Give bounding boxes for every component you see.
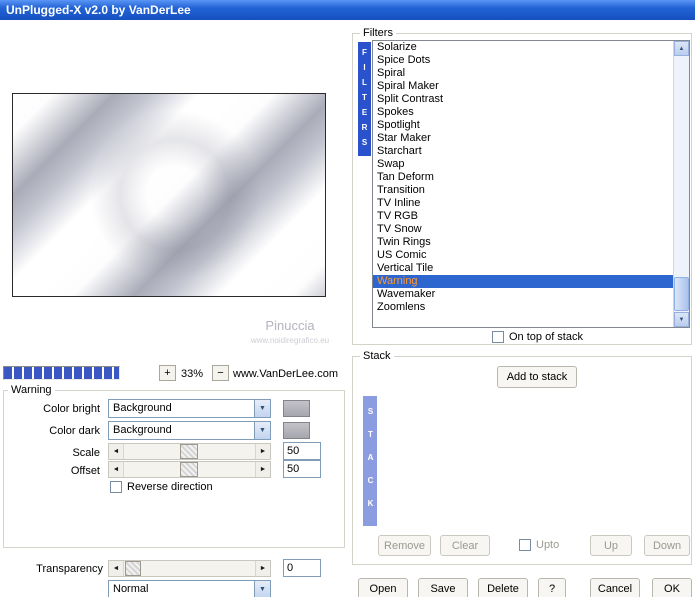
arrow-right-icon[interactable]: ► bbox=[255, 462, 270, 477]
filter-item[interactable]: Star Maker bbox=[373, 132, 673, 145]
scale-label: Scale bbox=[72, 447, 100, 459]
filter-item[interactable]: Starchart bbox=[373, 145, 673, 158]
unplugged-x-dialog: UnPlugged-X v2.0 by VanDerLee Pinuccia w… bbox=[0, 0, 695, 597]
reverse-direction-checkbox[interactable] bbox=[110, 481, 122, 493]
cancel-button[interactable]: Cancel bbox=[590, 578, 640, 597]
filter-item[interactable]: Split Contrast bbox=[373, 93, 673, 106]
offset-slider-thumb[interactable] bbox=[180, 462, 198, 477]
color-bright-value: Background bbox=[113, 402, 172, 414]
chevron-down-icon[interactable]: ▼ bbox=[254, 581, 270, 597]
reverse-direction-label: Reverse direction bbox=[127, 481, 213, 493]
filters-group-label: Filters bbox=[360, 27, 396, 39]
scroll-up-icon[interactable]: ▲ bbox=[674, 41, 689, 56]
transparency-slider-thumb[interactable] bbox=[125, 561, 141, 576]
filter-item[interactable]: Zoomlens bbox=[373, 301, 673, 314]
zoom-in-button[interactable]: + bbox=[159, 365, 176, 381]
scale-value-input[interactable] bbox=[283, 442, 321, 460]
arrow-right-icon[interactable]: ► bbox=[255, 561, 270, 576]
scroll-down-icon[interactable]: ▼ bbox=[674, 312, 689, 327]
settings-group-label: Warning bbox=[8, 384, 55, 396]
arrow-right-icon[interactable]: ► bbox=[255, 444, 270, 459]
filter-item[interactable]: TV RGB bbox=[373, 210, 673, 223]
upto-label: Upto bbox=[536, 539, 560, 551]
scale-slider[interactable]: ◄ ► bbox=[108, 443, 271, 460]
clear-button[interactable]: Clear bbox=[440, 535, 490, 556]
down-button[interactable]: Down bbox=[644, 535, 690, 556]
offset-slider[interactable]: ◄ ► bbox=[108, 461, 271, 478]
filter-item[interactable]: TV Snow bbox=[373, 223, 673, 236]
color-dark-swatch[interactable] bbox=[283, 422, 310, 439]
window-title: UnPlugged-X v2.0 by VanDerLee bbox=[6, 3, 191, 17]
color-bright-swatch[interactable] bbox=[283, 400, 310, 417]
filter-item[interactable]: Solarize bbox=[373, 41, 673, 54]
filter-item[interactable]: Swap bbox=[373, 158, 673, 171]
upto-checkbox[interactable] bbox=[519, 539, 531, 551]
color-dark-value: Background bbox=[113, 424, 172, 436]
offset-value-input[interactable] bbox=[283, 460, 321, 478]
help-button[interactable]: ? bbox=[538, 578, 566, 597]
filters-vertical-banner: FILTERS bbox=[358, 42, 371, 156]
filters-list-box: Solarize Spice Dots Spiral Spiral Maker Spli… bbox=[372, 40, 690, 328]
remove-button[interactable]: Remove bbox=[378, 535, 431, 556]
transparency-slider[interactable]: ◄ ► bbox=[108, 560, 271, 577]
arrow-left-icon[interactable]: ◄ bbox=[109, 462, 124, 477]
save-button[interactable]: Save bbox=[418, 578, 468, 597]
filter-item[interactable]: Wavemaker bbox=[373, 288, 673, 301]
filters-list[interactable]: Solarize Spice Dots Spiral Spiral Maker Spli… bbox=[373, 41, 673, 327]
render-progress-bar bbox=[3, 366, 120, 380]
blend-mode-dropdown[interactable]: Normal ▼ bbox=[108, 580, 271, 597]
chevron-down-icon[interactable]: ▼ bbox=[254, 422, 270, 439]
vanderlee-link[interactable]: www.VanDerLee.com bbox=[230, 368, 338, 380]
filter-item[interactable]: Transition bbox=[373, 184, 673, 197]
scrollbar-thumb[interactable] bbox=[674, 277, 689, 311]
filter-preview bbox=[12, 93, 326, 297]
watermark-text: Pinuccia bbox=[265, 318, 315, 333]
color-bright-label: Color bright bbox=[43, 403, 100, 415]
color-bright-dropdown[interactable]: Background ▼ bbox=[108, 399, 271, 418]
stack-group-label: Stack bbox=[360, 350, 394, 362]
transparency-label: Transparency bbox=[36, 563, 103, 575]
arrow-left-icon[interactable]: ◄ bbox=[109, 444, 124, 459]
delete-button[interactable]: Delete bbox=[478, 578, 528, 597]
zoom-out-button[interactable]: − bbox=[212, 365, 229, 381]
zoom-level: 33% bbox=[181, 368, 204, 380]
up-button[interactable]: Up bbox=[590, 535, 632, 556]
filter-item[interactable]: Spiral Maker bbox=[373, 80, 673, 93]
arrow-left-icon[interactable]: ◄ bbox=[109, 561, 124, 576]
filter-item[interactable]: TV Inline bbox=[373, 197, 673, 210]
blend-mode-value: Normal bbox=[113, 583, 149, 595]
chevron-down-icon[interactable]: ▼ bbox=[254, 400, 270, 417]
filter-item[interactable]: Spokes bbox=[373, 106, 673, 119]
filter-item[interactable]: Tan Deform bbox=[373, 171, 673, 184]
transparency-value-input[interactable] bbox=[283, 559, 321, 577]
filter-item[interactable]: Twin Rings bbox=[373, 236, 673, 249]
filters-scrollbar[interactable]: ▲ ▼ bbox=[673, 41, 689, 327]
on-top-of-stack-checkbox[interactable] bbox=[492, 331, 504, 343]
color-dark-dropdown[interactable]: Background ▼ bbox=[108, 421, 271, 440]
on-top-of-stack-label: On top of stack bbox=[509, 331, 583, 343]
stack-vertical-banner: STACK bbox=[363, 396, 377, 526]
filter-item[interactable]: Spotlight bbox=[373, 119, 673, 132]
add-to-stack-button[interactable]: Add to stack bbox=[497, 366, 577, 388]
filter-item[interactable]: Spiral bbox=[373, 67, 673, 80]
offset-label: Offset bbox=[70, 465, 100, 477]
offset-slider-track[interactable] bbox=[124, 462, 255, 477]
open-button[interactable]: Open bbox=[358, 578, 408, 597]
window-titlebar[interactable]: UnPlugged-X v2.0 by VanDerLee bbox=[0, 0, 695, 20]
color-dark-label: Color dark bbox=[49, 425, 100, 437]
filter-item[interactable]: Vertical Tile bbox=[373, 262, 673, 275]
filter-item[interactable]: US Comic bbox=[373, 249, 673, 262]
watermark-url: www.noidiregrafico.eu bbox=[250, 336, 330, 345]
scale-slider-track[interactable] bbox=[124, 444, 255, 459]
ok-button[interactable]: OK bbox=[652, 578, 692, 597]
filter-item[interactable]: Warning bbox=[373, 275, 673, 288]
transparency-slider-track[interactable] bbox=[124, 561, 255, 576]
scale-slider-thumb[interactable] bbox=[180, 444, 198, 459]
filter-item[interactable]: Spice Dots bbox=[373, 54, 673, 67]
